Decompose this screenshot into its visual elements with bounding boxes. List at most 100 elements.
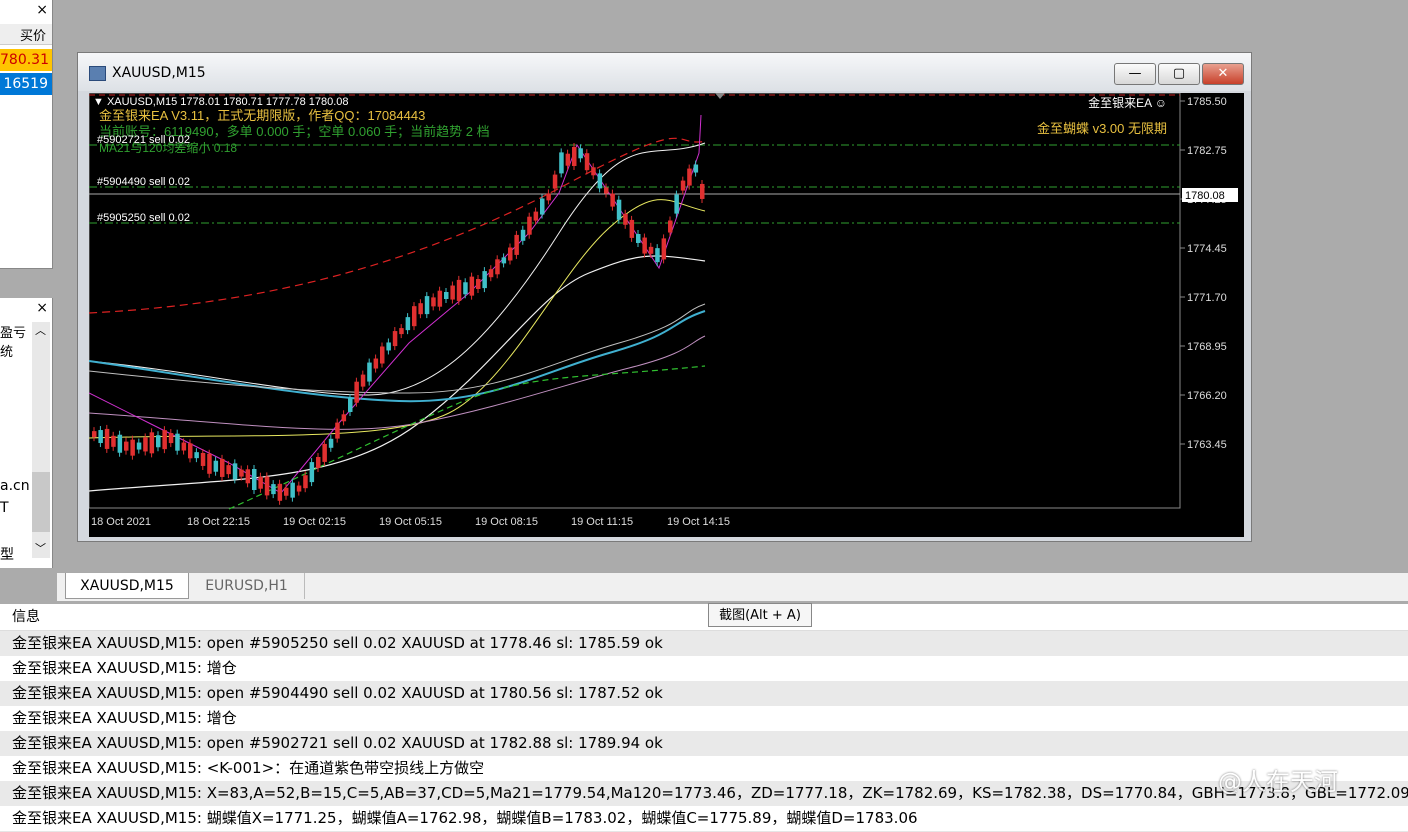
tab-eurusd-h1[interactable]: EURUSD,H1	[189, 573, 305, 599]
chart-window: XAUUSD,M15 — ▢ ✕ ▼ XAUUSD,M15 1778.01 17…	[77, 52, 1252, 542]
chart-shift-marker	[715, 93, 725, 99]
minimize-button[interactable]: —	[1114, 63, 1156, 85]
ask-price: 16519	[3, 76, 48, 92]
journal-row[interactable]: 金至银来EA XAUUSD,M15: open #5905250 sell 0.…	[0, 631, 1408, 657]
close-icon: ✕	[1217, 66, 1229, 81]
candle	[527, 216, 532, 235]
ma-line-violet	[88, 335, 706, 430]
candle	[700, 183, 705, 199]
ea-info: 金至银来EA V3.11，正式无期限版，作者QQ：17084443	[99, 108, 425, 123]
journal-header[interactable]: 信息	[0, 604, 1408, 631]
candle	[258, 476, 263, 489]
scroll-up-icon[interactable]: ︿	[35, 322, 46, 338]
candle	[604, 187, 609, 194]
candle	[610, 193, 615, 207]
message-column-header: 信息	[12, 609, 40, 625]
price-chart[interactable]: ▼ XAUUSD,M15 1778.01 1780.71 1777.78 178…	[88, 92, 1244, 537]
candle	[508, 247, 513, 261]
navigator-close-button[interactable]: ×	[36, 300, 48, 316]
price-tick-label: 1768.95	[1187, 341, 1227, 353]
candle	[399, 328, 404, 335]
journal-panel: 信息 金至银来EA XAUUSD,M15: open #5905250 sell…	[0, 604, 1408, 832]
candle	[636, 234, 641, 243]
navigator-item[interactable]: 盈亏统	[0, 322, 32, 360]
maximize-button[interactable]: ▢	[1158, 63, 1200, 85]
journal-row[interactable]: 金至银来EA XAUUSD,M15: <K-001>：在通道紫色带空损线上方做空	[0, 756, 1408, 782]
candle	[156, 435, 161, 448]
journal-row[interactable]: 金至银来EA XAUUSD,M15: open #5902721 sell 0.…	[0, 731, 1408, 757]
candle	[476, 279, 481, 289]
journal-message: 金至银来EA XAUUSD,M15: open #5902721 sell 0.…	[12, 734, 663, 752]
candle	[117, 434, 123, 453]
price-tick-label: 1774.45	[1187, 243, 1227, 255]
navigator-item[interactable]: a.cn	[0, 478, 30, 494]
close-button[interactable]: ✕	[1202, 63, 1244, 85]
navigator-item[interactable]: T	[0, 500, 9, 516]
journal-row[interactable]: 金至银来EA XAUUSD,M15: 增仓	[0, 706, 1408, 732]
time-tick-label: 18 Oct 2021	[91, 516, 151, 528]
time-tick-label: 19 Oct 05:15	[379, 516, 442, 528]
journal-message: 金至银来EA XAUUSD,M15: open #5904490 sell 0.…	[12, 684, 663, 702]
candle	[130, 439, 135, 456]
candle	[693, 164, 699, 173]
navigator-scrollbar[interactable]: ︿ ﹀	[32, 322, 50, 558]
screenshot-tooltip: 截图(Alt + A)	[708, 603, 812, 627]
price-axis: 1785.501782.751777.251774.451771.701768.…	[1180, 96, 1227, 451]
journal-row[interactable]: 金至银来EA XAUUSD,M15: open #5904490 sell 0.…	[0, 681, 1408, 707]
journal-message: 金至银来EA XAUUSD,M15: 增仓	[12, 659, 237, 677]
market-watch-row[interactable]: 780.31	[0, 49, 52, 71]
candle	[335, 422, 340, 439]
candle	[431, 297, 436, 307]
order-label: #5905250 sell 0.02	[97, 212, 190, 224]
navigator-item[interactable]: 型	[0, 544, 14, 564]
time-tick-label: 19 Oct 02:15	[283, 516, 346, 528]
journal-row[interactable]: 金至银来EA XAUUSD,M15: 蝴蝶值X=1771.25，蝴蝶值A=176…	[0, 806, 1408, 832]
chart-tabs: XAUUSD,M15 EURUSD,H1	[57, 572, 1408, 601]
price-tick-label: 1782.75	[1187, 145, 1227, 157]
candle	[584, 153, 590, 171]
market-watch-row[interactable]: 16519	[0, 73, 52, 95]
time-tick-label: 19 Oct 14:15	[667, 516, 730, 528]
candle	[540, 198, 545, 215]
scroll-down-icon[interactable]: ﹀	[35, 540, 46, 556]
candle	[514, 234, 519, 255]
chart-header: ▼ XAUUSD,M15 1778.01 1780.71 1777.78 178…	[93, 96, 349, 108]
candle	[412, 306, 417, 327]
market-watch-close-button[interactable]: ×	[36, 2, 48, 18]
candle	[482, 271, 487, 289]
candle	[354, 381, 359, 403]
candle	[348, 398, 353, 412]
candle	[597, 173, 603, 189]
candle	[290, 482, 295, 498]
candle	[136, 442, 142, 450]
candle	[629, 219, 635, 238]
candle	[501, 257, 507, 264]
tab-label: XAUUSD,M15	[80, 578, 174, 594]
candles-group	[92, 143, 705, 505]
candle	[456, 279, 462, 301]
candle	[463, 282, 468, 295]
chart-window-title-bar[interactable]: XAUUSD,M15 — ▢ ✕	[78, 53, 1251, 91]
candle	[437, 290, 443, 307]
candle	[444, 292, 449, 299]
journal-row[interactable]: 金至银来EA XAUUSD,M15: X=83,A=52,B=15,C=5,AB…	[0, 781, 1408, 807]
candle	[316, 457, 321, 468]
candle	[450, 285, 455, 300]
candle	[655, 248, 660, 263]
journal-row[interactable]: 金至银来EA XAUUSD,M15: 增仓	[0, 656, 1408, 682]
candle	[303, 475, 308, 489]
candle	[271, 484, 276, 495]
tab-label: EURUSD,H1	[205, 578, 288, 594]
tab-xauusd-m15[interactable]: XAUUSD,M15	[65, 573, 189, 599]
ask-column-header[interactable]: 买价	[20, 25, 46, 44]
market-watch-header: 买价	[0, 24, 52, 45]
candle	[520, 229, 526, 241]
candle	[143, 437, 148, 452]
candle	[623, 213, 628, 225]
candle	[572, 147, 577, 166]
candle	[578, 148, 583, 159]
journal-message: 金至银来EA XAUUSD,M15: 增仓	[12, 709, 237, 727]
candle	[245, 469, 251, 484]
price-tick-label: 1766.20	[1187, 390, 1227, 402]
journal-message: 金至银来EA XAUUSD,M15: <K-001>：在通道紫色带空损线上方做空	[12, 759, 485, 777]
